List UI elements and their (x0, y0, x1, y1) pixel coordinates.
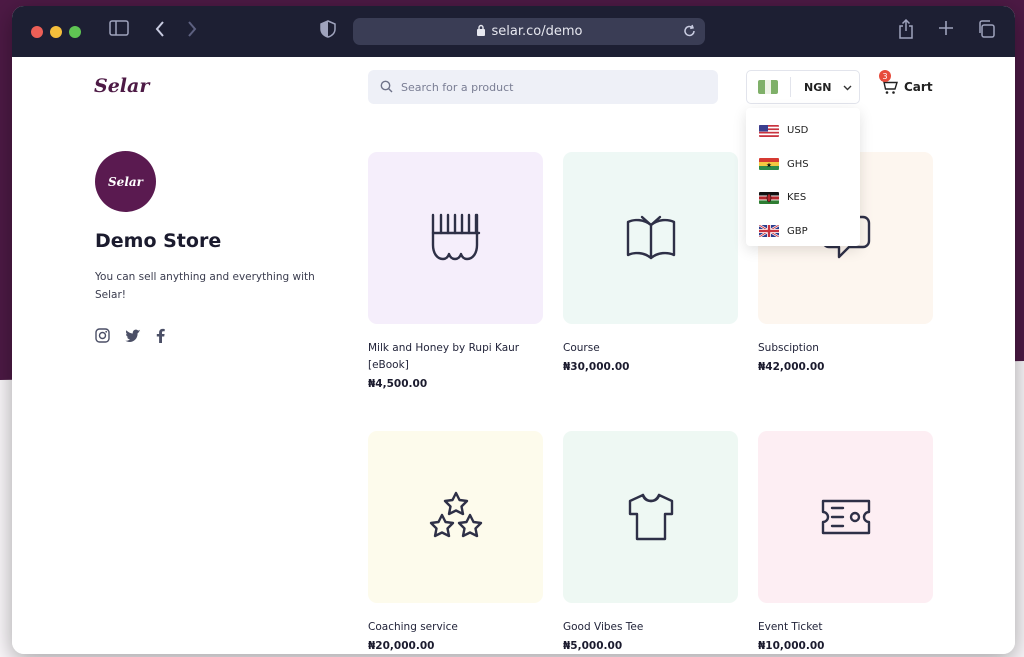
store-page: Selar NGN 3 Cart (12, 57, 1015, 654)
browser-titlebar: selar.co/demo (12, 6, 1015, 57)
currency-option-usd[interactable]: USD (746, 114, 860, 148)
product-price: ₦42,000.00 (758, 361, 825, 373)
instagram-icon[interactable] (95, 328, 110, 347)
product-card[interactable]: Course ₦30,000.00 (563, 152, 738, 373)
store-description: You can sell anything and everything wit… (95, 271, 315, 301)
product-card[interactable]: Coaching service ₦20,000.00 (368, 431, 543, 652)
cart-count-badge: 3 (879, 70, 891, 82)
share-icon[interactable] (898, 18, 914, 43)
product-name[interactable]: Event Ticket (758, 619, 933, 636)
product-name[interactable]: Coaching service (368, 619, 543, 636)
product-image[interactable] (368, 431, 543, 603)
open-book-icon (626, 215, 675, 260)
divider (790, 77, 791, 97)
search-icon (380, 78, 393, 97)
facebook-icon[interactable] (156, 328, 165, 347)
minimize-window-button[interactable] (50, 26, 62, 38)
product-card[interactable]: Milk and Honey by Rupi Kaur [eBook] ₦4,5… (368, 152, 543, 390)
uk-flag-icon (759, 225, 779, 238)
back-arrow-icon[interactable] (154, 20, 166, 42)
chevron-down-icon (843, 81, 852, 94)
currency-selector[interactable]: NGN (746, 70, 860, 104)
product-image[interactable] (563, 431, 738, 603)
product-price: ₦10,000.00 (758, 640, 825, 652)
currency-option-ghs[interactable]: GHS (746, 148, 860, 182)
product-card[interactable]: Event Ticket ₦10,000.00 (758, 431, 933, 652)
product-price: ₦4,500.00 (368, 378, 428, 390)
nigeria-flag-icon (758, 80, 778, 94)
selected-currency: NGN (804, 80, 832, 94)
product-name[interactable]: Good Vibes Tee (563, 619, 738, 636)
cart-label: Cart (904, 79, 933, 94)
close-window-button[interactable] (31, 26, 43, 38)
tab-overview-icon[interactable] (977, 20, 995, 42)
reload-icon[interactable] (683, 23, 697, 43)
kenya-flag-icon (759, 191, 779, 204)
currency-option-gbp[interactable]: GBP (746, 215, 860, 249)
browser-window: selar.co/demo Selar NGN (12, 6, 1015, 654)
three-stars-icon (429, 491, 482, 538)
currency-option-label: GHS (787, 158, 809, 170)
ticket-icon (821, 499, 870, 535)
store-avatar: Selar (95, 151, 156, 212)
product-image[interactable] (758, 431, 933, 603)
currency-option-label: USD (787, 125, 809, 137)
currency-dropdown: USD GHS KES GBP (746, 108, 860, 246)
us-flag-icon (759, 124, 779, 137)
product-name[interactable]: Course (563, 340, 738, 357)
ghana-flag-icon (759, 158, 779, 171)
lock-icon (476, 24, 486, 40)
tshirt-icon (628, 493, 673, 541)
selar-logo[interactable]: Selar (94, 75, 149, 97)
new-tab-icon[interactable] (938, 20, 954, 40)
cart-button[interactable]: 3 Cart (879, 70, 933, 95)
shield-icon[interactable] (320, 20, 336, 42)
currency-option-label: GBP (787, 225, 808, 237)
product-image[interactable] (563, 152, 738, 324)
product-price: ₦20,000.00 (368, 640, 435, 652)
maximize-window-button[interactable] (69, 26, 81, 38)
product-name[interactable]: Milk and Honey by Rupi Kaur [eBook] (368, 340, 543, 374)
currency-option-label: KES (787, 192, 807, 204)
social-links (95, 328, 165, 347)
product-card[interactable]: Good Vibes Tee ₦5,000.00 (563, 431, 738, 652)
product-name[interactable]: Subsciption (758, 340, 933, 357)
address-bar[interactable]: selar.co/demo (353, 18, 705, 45)
product-price: ₦30,000.00 (563, 361, 630, 373)
store-name: Demo Store (95, 230, 222, 252)
search-input[interactable] (401, 80, 691, 94)
url-text: selar.co/demo (491, 24, 583, 39)
twitter-icon[interactable] (125, 328, 141, 347)
sidebar-toggle-icon[interactable] (109, 20, 129, 40)
currency-option-kes[interactable]: KES (746, 181, 860, 215)
product-image[interactable] (368, 152, 543, 324)
search-box[interactable] (368, 70, 718, 104)
product-price: ₦5,000.00 (563, 640, 623, 652)
comb-icon (431, 213, 480, 261)
forward-arrow-icon[interactable] (186, 20, 198, 42)
